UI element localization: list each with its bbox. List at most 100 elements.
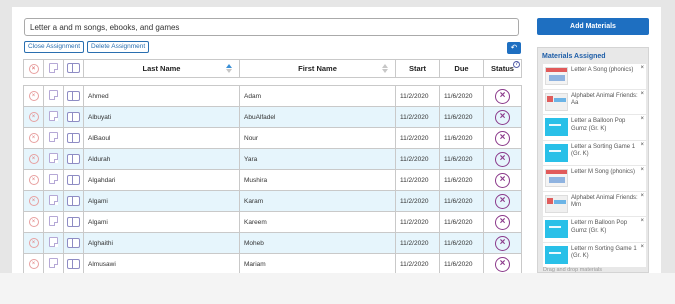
notes-icon[interactable] — [49, 174, 58, 184]
status-x-icon[interactable]: × — [495, 235, 510, 251]
remove-student-icon[interactable]: × — [28, 112, 39, 122]
book-icon[interactable] — [67, 63, 80, 73]
row-materials-cell[interactable] — [63, 190, 84, 212]
row-notes-cell[interactable] — [43, 85, 64, 107]
status-cell[interactable]: × — [483, 106, 522, 128]
row-remove-cell[interactable]: × — [23, 106, 44, 128]
status-x-icon[interactable]: × — [495, 109, 510, 125]
notes-icon[interactable] — [49, 153, 58, 163]
row-materials-cell[interactable] — [63, 169, 84, 191]
notes-icon[interactable] — [49, 195, 58, 205]
delete-assignment-button[interactable]: Delete Assignment — [87, 41, 150, 53]
remove-student-icon[interactable]: × — [28, 217, 39, 227]
status-x-icon[interactable]: × — [495, 172, 510, 188]
notes-icon[interactable] — [49, 90, 58, 100]
status-x-icon[interactable]: × — [495, 193, 510, 209]
row-remove-cell[interactable]: × — [23, 169, 44, 191]
sort-icon[interactable] — [382, 64, 389, 74]
remove-material-icon[interactable]: × — [640, 142, 644, 148]
remove-material-icon[interactable]: × — [640, 218, 644, 224]
notes-icon[interactable] — [49, 62, 58, 73]
status-cell[interactable]: × — [483, 148, 522, 170]
remove-material-icon[interactable]: × — [640, 65, 644, 71]
material-item[interactable]: Letter M Song (phonics) × — [543, 166, 646, 191]
row-notes-cell[interactable] — [43, 253, 64, 273]
row-remove-cell[interactable]: × — [23, 85, 44, 107]
book-icon[interactable] — [67, 237, 80, 248]
row-notes-cell[interactable] — [43, 232, 64, 254]
status-cell[interactable]: × — [483, 211, 522, 233]
book-icon[interactable] — [67, 216, 80, 227]
material-item[interactable]: Alphabet Animal Friends: Aa × — [543, 89, 646, 114]
remove-material-icon[interactable]: × — [640, 116, 644, 122]
status-x-icon[interactable]: × — [495, 130, 510, 146]
remove-student-icon[interactable]: × — [28, 238, 39, 248]
row-notes-cell[interactable] — [43, 148, 64, 170]
row-materials-cell[interactable] — [63, 127, 84, 149]
remove-student-icon[interactable]: × — [28, 133, 39, 143]
status-cell[interactable]: × — [483, 232, 522, 254]
sort-icon[interactable] — [226, 64, 233, 74]
notes-icon[interactable] — [49, 111, 58, 121]
row-notes-cell[interactable] — [43, 211, 64, 233]
remove-all-icon[interactable]: × — [28, 64, 39, 74]
header-notes-cell[interactable] — [43, 59, 64, 78]
back-icon[interactable]: ↶ — [507, 42, 521, 54]
status-cell[interactable]: × — [483, 190, 522, 212]
notes-icon[interactable] — [49, 237, 58, 247]
header-first-name[interactable]: First Name — [239, 59, 396, 78]
material-item[interactable]: Letter m Balloon Pop Gumz (Gr. K) × — [543, 217, 646, 242]
book-icon[interactable] — [67, 132, 80, 143]
row-remove-cell[interactable]: × — [23, 190, 44, 212]
header-last-name[interactable]: Last Name — [83, 59, 240, 78]
status-x-icon[interactable]: × — [495, 88, 510, 104]
row-materials-cell[interactable] — [63, 106, 84, 128]
status-cell[interactable]: × — [483, 169, 522, 191]
notes-icon[interactable] — [49, 132, 58, 142]
book-icon[interactable] — [67, 90, 80, 101]
remove-material-icon[interactable]: × — [640, 91, 644, 97]
row-remove-cell[interactable]: × — [23, 232, 44, 254]
row-materials-cell[interactable] — [63, 253, 84, 273]
row-remove-cell[interactable]: × — [23, 211, 44, 233]
material-item[interactable]: Letter m Sorting Game 1 (Gr. K) × — [543, 242, 646, 267]
status-x-icon[interactable]: × — [495, 151, 510, 167]
remove-student-icon[interactable]: × — [28, 196, 39, 206]
book-icon[interactable] — [67, 258, 80, 269]
book-icon[interactable] — [67, 153, 80, 164]
material-item[interactable]: Letter a Sorting Game 1 (Gr. K) × — [543, 140, 646, 165]
header-remove-cell[interactable]: × — [23, 59, 44, 78]
remove-student-icon[interactable]: × — [28, 91, 39, 101]
book-icon[interactable] — [67, 195, 80, 206]
row-materials-cell[interactable] — [63, 85, 84, 107]
assignment-title-input[interactable] — [24, 18, 519, 36]
notes-icon[interactable] — [49, 258, 58, 268]
row-notes-cell[interactable] — [43, 106, 64, 128]
remove-student-icon[interactable]: × — [28, 175, 39, 185]
remove-material-icon[interactable]: × — [640, 244, 644, 250]
row-notes-cell[interactable] — [43, 127, 64, 149]
notes-icon[interactable] — [49, 216, 58, 226]
remove-student-icon[interactable]: × — [28, 259, 39, 269]
book-icon[interactable] — [67, 174, 80, 185]
row-notes-cell[interactable] — [43, 190, 64, 212]
add-materials-button[interactable]: Add Materials — [537, 18, 649, 35]
header-materials-cell[interactable] — [63, 59, 84, 78]
row-remove-cell[interactable]: × — [23, 253, 44, 273]
status-x-icon[interactable]: × — [495, 214, 510, 230]
row-remove-cell[interactable]: × — [23, 127, 44, 149]
material-item[interactable]: Alphabet Animal Friends: Mm × — [543, 191, 646, 216]
remove-student-icon[interactable]: × — [28, 154, 39, 164]
row-materials-cell[interactable] — [63, 232, 84, 254]
close-assignment-button[interactable]: Close Assignment — [24, 41, 85, 53]
row-remove-cell[interactable]: × — [23, 148, 44, 170]
help-icon[interactable]: ? — [513, 61, 520, 68]
book-icon[interactable] — [67, 111, 80, 122]
status-cell[interactable]: × — [483, 127, 522, 149]
row-materials-cell[interactable] — [63, 148, 84, 170]
row-materials-cell[interactable] — [63, 211, 84, 233]
status-cell[interactable]: × — [483, 253, 522, 273]
material-item[interactable]: Letter a Balloon Pop Gumz (Gr. K) × — [543, 115, 646, 140]
remove-material-icon[interactable]: × — [640, 193, 644, 199]
row-notes-cell[interactable] — [43, 169, 64, 191]
